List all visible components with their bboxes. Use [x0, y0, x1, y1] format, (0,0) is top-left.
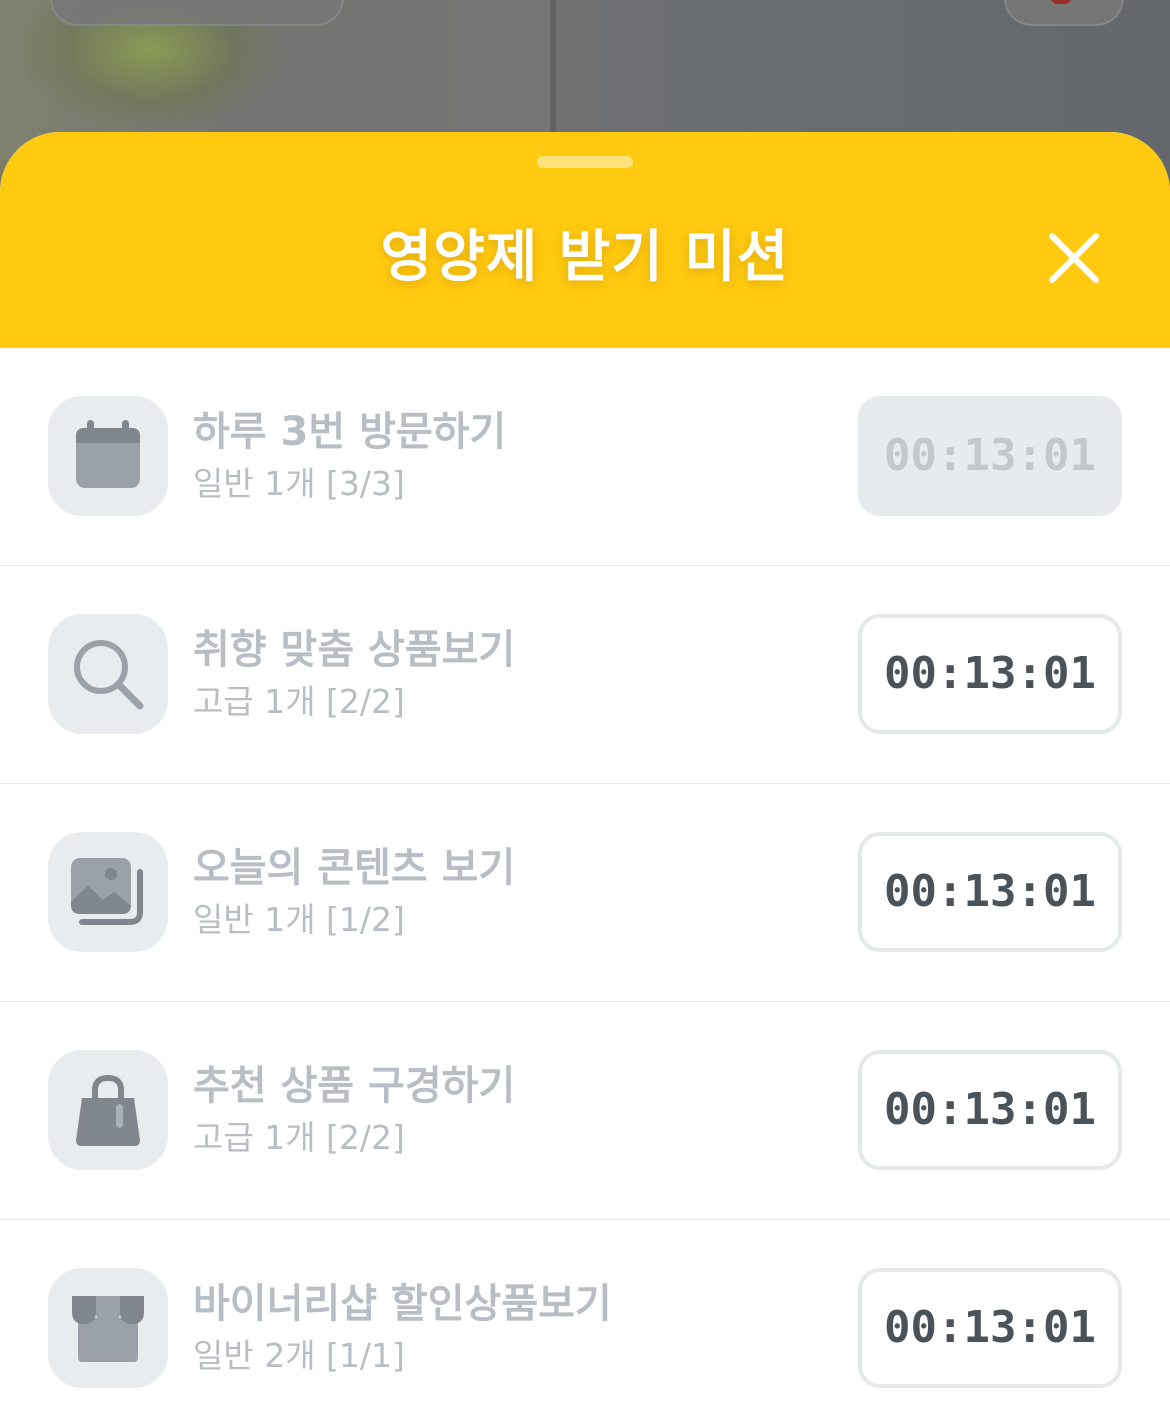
mission-item-content: 오늘의 콘텐츠 보기 일반 1개 [1/2] 00:13:01 — [0, 784, 1170, 1002]
search-icon — [74, 640, 144, 710]
background-pill — [50, 0, 344, 26]
mission-item-browse: 추천 상품 구경하기 고급 1개 [2/2] 00:13:01 — [0, 1002, 1170, 1220]
mission-icon-box — [48, 832, 168, 952]
image-gallery-icon — [71, 858, 143, 925]
mission-timer-button[interactable]: 00:13:01 — [858, 1050, 1122, 1170]
close-button[interactable] — [1040, 224, 1108, 292]
mission-list: 하루 3번 방문하기 일반 1개 [3/3] 00:13:01 취향 맞춤 상품… — [0, 348, 1170, 1419]
mission-icon-box — [48, 1050, 168, 1170]
mission-icon-box — [48, 1268, 168, 1388]
shopping-bag-icon — [76, 1074, 140, 1146]
sheet-header: 영양제 받기 미션 — [0, 132, 1170, 348]
calendar-icon — [76, 420, 140, 488]
close-icon — [1049, 233, 1099, 283]
mission-item-visit: 하루 3번 방문하기 일반 1개 [3/3] 00:13:01 — [0, 348, 1170, 566]
mission-title: 오늘의 콘텐츠 보기 — [193, 845, 516, 891]
mission-bottom-sheet: 영양제 받기 미션 하루 3번 방문하기 일반 1개 [3/3] 00:13:0… — [0, 132, 1170, 1419]
storefront-icon — [72, 1296, 144, 1362]
mission-title: 바이너리샵 할인상품보기 — [193, 1281, 612, 1327]
mission-screen: 영양제 받기 미션 하루 3번 방문하기 일반 1개 [3/3] 00:13:0… — [0, 0, 1170, 1419]
drag-handle[interactable] — [537, 156, 633, 168]
mission-title: 취향 맞춤 상품보기 — [193, 627, 516, 673]
mission-item-sale: 바이너리샵 할인상품보기 일반 2개 [1/1] 00:13:01 — [0, 1220, 1170, 1419]
mission-icon-box — [48, 396, 168, 516]
mission-reward: 일반 1개 [1/2] — [193, 900, 405, 939]
mission-item-recommend: 취향 맞춤 상품보기 고급 1개 [2/2] 00:13:01 — [0, 566, 1170, 784]
mission-reward: 일반 1개 [3/3] — [193, 464, 405, 503]
sheet-title: 영양제 받기 미션 — [380, 225, 790, 290]
mission-timer-button[interactable]: 00:13:01 — [858, 396, 1122, 516]
mission-timer-button[interactable]: 00:13:01 — [858, 1268, 1122, 1388]
mission-reward: 고급 1개 [2/2] — [193, 1118, 405, 1157]
mission-title: 추천 상품 구경하기 — [193, 1063, 516, 1109]
mission-timer-button[interactable]: 00:13:01 — [858, 832, 1122, 952]
mission-reward: 일반 2개 [1/1] — [193, 1336, 405, 1375]
mission-timer-button[interactable]: 00:13:01 — [858, 614, 1122, 734]
mission-reward: 고급 1개 [2/2] — [193, 682, 405, 721]
mission-icon-box — [48, 614, 168, 734]
mission-title: 하루 3번 방문하기 — [193, 409, 507, 455]
